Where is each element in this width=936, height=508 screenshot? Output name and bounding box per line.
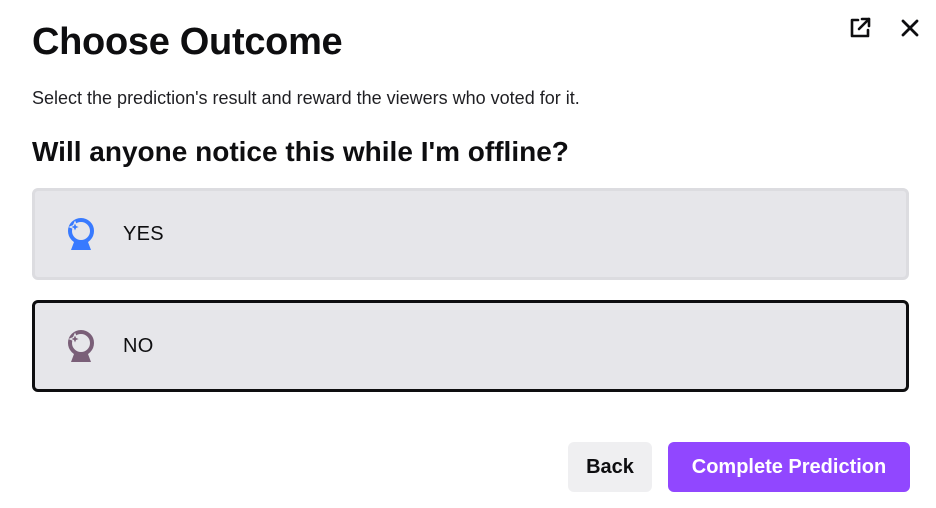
outcome-label-no: NO bbox=[123, 334, 154, 357]
outcome-label-yes: YES bbox=[123, 222, 164, 245]
prediction-icon bbox=[61, 326, 101, 366]
choose-outcome-dialog: Choose Outcome Select the prediction's r… bbox=[0, 0, 936, 508]
dialog-subtitle: Select the prediction's result and rewar… bbox=[32, 88, 580, 108]
back-button[interactable]: Back bbox=[568, 442, 652, 492]
prediction-icon bbox=[61, 214, 101, 254]
outcome-option-yes[interactable]: YES bbox=[32, 188, 909, 280]
close-icon bbox=[901, 19, 919, 37]
prediction-question: Will anyone notice this while I'm offlin… bbox=[32, 136, 569, 167]
dialog-footer: Back Complete Prediction bbox=[568, 442, 910, 492]
popout-icon bbox=[850, 17, 871, 38]
close-button[interactable] bbox=[894, 12, 926, 44]
header-actions bbox=[844, 12, 926, 44]
dialog-title: Choose Outcome bbox=[32, 21, 343, 63]
complete-prediction-button[interactable]: Complete Prediction bbox=[668, 442, 910, 492]
outcome-option-no[interactable]: NO bbox=[32, 300, 909, 392]
popout-button[interactable] bbox=[844, 12, 876, 44]
